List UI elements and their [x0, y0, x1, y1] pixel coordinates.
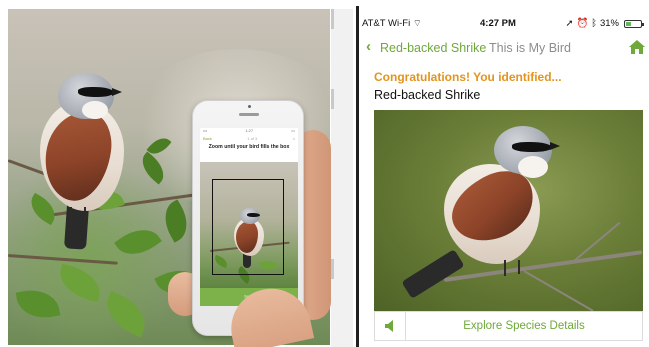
- species-name: Red-backed Shrike: [374, 88, 481, 102]
- status-bar: AT&T Wi-Fi ⌔ 4:27 PM ➚ ⏰ ᛒ 31%: [362, 16, 648, 32]
- phone-screen-title: Zoom until your bird fills the box: [208, 144, 290, 150]
- phone-status-battery: ▭: [291, 128, 295, 133]
- shrike-bird: [394, 124, 574, 304]
- bird-tail: [401, 249, 465, 299]
- phone-home-icon[interactable]: ⌂: [293, 136, 295, 141]
- bluetooth-icon: ᛒ: [591, 18, 597, 29]
- phone-screen: ••• 1:27 ▭ Back 1 of 3 ⌂ Zoom until your…: [200, 128, 298, 306]
- home-icon[interactable]: [629, 40, 645, 54]
- bird-beak: [550, 142, 560, 150]
- back-button[interactable]: Red-backed Shrike: [380, 41, 486, 55]
- phone-back-button[interactable]: Back: [203, 136, 212, 141]
- bird-throat: [82, 101, 108, 119]
- status-right-icons: ➚ ⏰ ᛒ 31%: [565, 18, 644, 29]
- zoom-target-box: [212, 179, 284, 275]
- status-time: 4:27 PM: [480, 18, 516, 29]
- divider-tick: [331, 9, 334, 29]
- bird-throat: [518, 156, 548, 178]
- bird-leg: [518, 260, 520, 274]
- phone-camera: [248, 105, 251, 108]
- nav-bar: ‹ Red-backed Shrike This is My Bird: [366, 38, 646, 58]
- divider-strip: [331, 9, 353, 347]
- bird-beak: [112, 88, 122, 96]
- status-carrier: AT&T Wi-Fi ⌔: [362, 18, 422, 29]
- phone-step-indicator: 1 of 3: [247, 135, 258, 141]
- alarm-icon: ⏰: [576, 18, 589, 29]
- phone-camera-preview[interactable]: [200, 162, 298, 288]
- species-photo: [374, 110, 643, 311]
- wifi-icon: ⌔: [412, 18, 422, 29]
- bird-mask: [78, 87, 114, 97]
- shrike-bird: [30, 71, 140, 251]
- nav-subtitle: This is My Bird: [489, 41, 571, 55]
- location-arrow-icon: ➚: [565, 18, 574, 29]
- bird-leg: [84, 207, 86, 225]
- bird-mask: [512, 142, 552, 152]
- bird-leg: [504, 260, 506, 276]
- bird-leg: [70, 207, 72, 225]
- bottom-action-bar: Explore Species Details: [374, 311, 643, 341]
- divider-tick: [331, 89, 334, 109]
- phone-nav-bar: Back 1 of 3 ⌂: [200, 134, 298, 142]
- divider-tick: [331, 259, 334, 279]
- chevron-left-icon[interactable]: ‹: [366, 39, 371, 54]
- speaker-icon: [385, 320, 393, 332]
- congrats-heading: Congratulations! You identified...: [374, 70, 562, 84]
- explore-species-button[interactable]: Explore Species Details: [406, 312, 642, 340]
- phone-status-time: 1:27: [245, 128, 254, 133]
- phone-speaker: [239, 113, 259, 116]
- play-sound-button[interactable]: [375, 312, 406, 340]
- phone-status-carrier: •••: [203, 128, 208, 133]
- battery-icon: [624, 19, 644, 28]
- battery-percent: 31%: [599, 18, 619, 29]
